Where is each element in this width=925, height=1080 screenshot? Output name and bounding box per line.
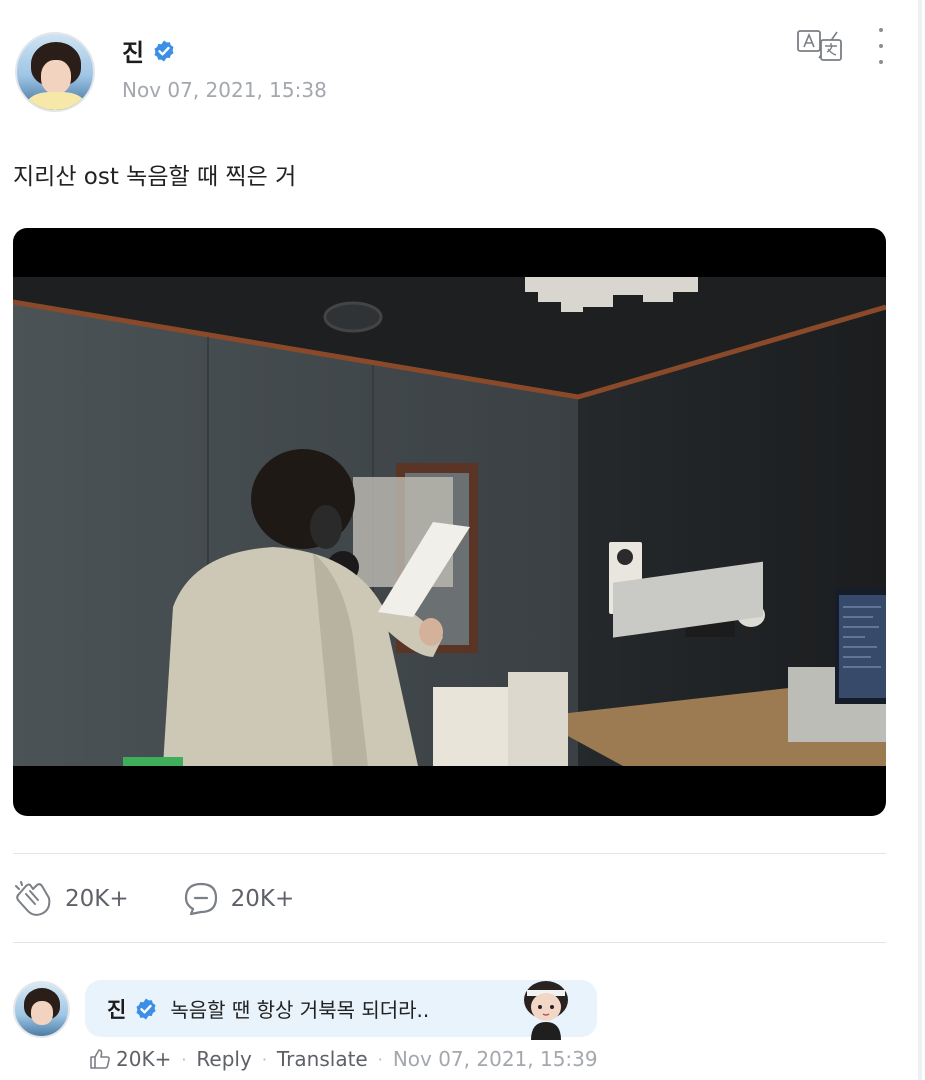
post-body: 지리산 ost 녹음할 때 찍은 거 <box>13 164 297 190</box>
character-sticker-icon <box>524 981 568 1040</box>
divider-bottom <box>13 942 886 943</box>
author-name[interactable]: 진 <box>122 33 144 68</box>
more-options-button[interactable] <box>871 26 891 66</box>
author-avatar[interactable] <box>15 32 95 112</box>
comment-translate-button[interactable]: Translate <box>277 1047 368 1071</box>
comment-text: 녹음할 땐 항상 거북목 되더라.. <box>170 998 430 1022</box>
post-like-count: 20K+ <box>65 886 129 912</box>
comment-author-name[interactable]: 진 <box>107 994 126 1024</box>
reply-button[interactable]: Reply <box>196 1047 251 1071</box>
comment-like-count: 20K+ <box>116 1047 172 1071</box>
post-timestamp: Nov 07, 2021, 15:38 <box>122 78 327 102</box>
verified-badge-icon <box>136 998 156 1019</box>
comment-bubble-icon <box>184 882 217 916</box>
right-border <box>918 0 922 1080</box>
post-comment-count: 20K+ <box>230 886 295 912</box>
post-author: 진 <box>122 33 176 68</box>
video-frame-illustration <box>13 277 886 766</box>
comment-like-button[interactable]: 20K+ <box>88 1047 171 1071</box>
post-like-button[interactable]: 20K+ <box>13 880 129 918</box>
thumbs-up-icon <box>90 1049 110 1069</box>
more-vertical-icon <box>879 28 883 32</box>
comment-timestamp: Nov 07, 2021, 15:39 <box>392 1047 598 1071</box>
divider-top <box>13 853 886 854</box>
comment-author-avatar[interactable] <box>13 981 70 1038</box>
comment-meta: 20K+ · Reply · Translate · Nov 07, 2021,… <box>88 1047 598 1071</box>
translate-icon[interactable] <box>797 28 843 62</box>
applause-icon <box>15 881 51 916</box>
post-comment-button[interactable]: 20K+ <box>183 881 295 917</box>
verified-badge-icon <box>154 40 174 61</box>
post-stats: 20K+ 20K+ <box>13 880 348 918</box>
post-video[interactable] <box>13 228 886 816</box>
